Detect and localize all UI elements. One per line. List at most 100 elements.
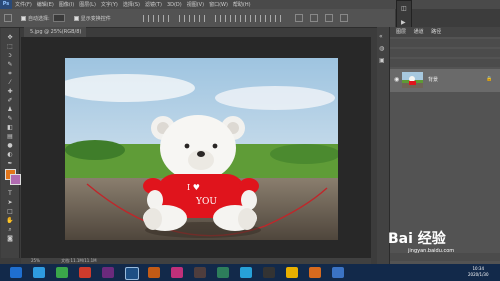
taskbar-clock[interactable]: 10:34 2020/1/30: [468, 266, 489, 278]
menu-filter[interactable]: 滤镜(T): [145, 1, 162, 8]
text-tool-icon[interactable]: T: [5, 190, 15, 198]
windows-taskbar: 10:34 2020/1/30: [0, 264, 500, 281]
tab-channels[interactable]: 通道: [414, 29, 424, 35]
taskbar-app-14-icon[interactable]: [332, 267, 344, 278]
3d-rotate-icon[interactable]: [309, 14, 318, 22]
layer-name: 背景: [428, 77, 439, 83]
blend-mode-row[interactable]: [390, 49, 500, 57]
taskbar-qq-icon[interactable]: [263, 267, 275, 278]
auto-align-icon[interactable]: [274, 14, 281, 22]
align-middle-icon[interactable]: [152, 14, 159, 22]
hand-tool-icon[interactable]: ✋: [5, 217, 15, 225]
dodge-tool-icon[interactable]: ◐: [5, 151, 15, 159]
menu-window[interactable]: 窗口(W): [209, 1, 228, 8]
distribute-center-icon[interactable]: [254, 14, 261, 22]
visibility-eye-icon[interactable]: ◉: [394, 76, 399, 83]
distribute-middle-icon[interactable]: [224, 14, 231, 22]
marquee-tool-icon[interactable]: ⬚: [5, 43, 15, 51]
taskbar-app-10-icon[interactable]: [240, 267, 252, 278]
canvas-photo[interactable]: I ♥ YOU: [65, 58, 338, 240]
menu-help[interactable]: 帮助(H): [233, 1, 251, 8]
taskbar-chrome-icon[interactable]: [286, 267, 298, 278]
zoom-tool-icon[interactable]: ⌕: [5, 226, 15, 234]
menu-edit[interactable]: 编辑(E): [37, 1, 54, 8]
blur-tool-icon[interactable]: ●: [5, 142, 15, 150]
clone-stamp-tool-icon[interactable]: ♟: [5, 106, 15, 114]
align-bottom-icon[interactable]: [162, 14, 169, 22]
baidu-watermark: Bai 经验: [388, 231, 446, 247]
taskbar-app-13-icon[interactable]: [309, 267, 321, 278]
taskbar-app-3-icon[interactable]: [79, 267, 91, 278]
shirt-text-2: YOU: [195, 197, 217, 207]
align-center-icon[interactable]: [188, 14, 195, 22]
layer-filter-row[interactable]: [390, 39, 500, 47]
taskbar-app-2-icon[interactable]: [56, 267, 68, 278]
document-tab[interactable]: 5.jpg @ 25%(RGB/8): [24, 27, 86, 37]
taskbar-premiere-icon[interactable]: [102, 267, 114, 278]
eyedropper-tool-icon[interactable]: ⁄: [5, 79, 15, 87]
quick-select-tool-icon[interactable]: ✎: [5, 61, 15, 69]
eraser-tool-icon[interactable]: ◧: [5, 124, 15, 132]
shirt-text-1: I ♥: [187, 183, 200, 192]
teddy-bear-photo: I ♥ YOU: [65, 58, 338, 240]
zoom-level[interactable]: 25%: [31, 258, 40, 263]
distribute-right-icon[interactable]: [264, 14, 271, 22]
play-icon[interactable]: ▶: [401, 19, 406, 26]
brush-tool-icon[interactable]: ✐: [5, 97, 15, 105]
layers-panel-footer: [390, 253, 500, 261]
menu-3d[interactable]: 3D(D): [167, 2, 182, 8]
history-brush-tool-icon[interactable]: ✎: [5, 115, 15, 123]
distribute-top-icon[interactable]: [214, 14, 221, 22]
taskbar-app-8-icon[interactable]: [194, 267, 206, 278]
taskbar-illustrator-icon[interactable]: [148, 267, 160, 278]
panel-expand-icon[interactable]: «: [379, 33, 383, 40]
move-tool-icon[interactable]: [4, 14, 12, 22]
menu-bar: Ps 文件(F) 编辑(E) 图像(I) 图层(L) 文字(Y) 选择(S) 滤…: [0, 0, 500, 9]
document-tab-title: 5.jpg @ 25%(RGB/8): [30, 29, 82, 35]
lasso-tool-icon[interactable]: ↄ: [5, 52, 15, 60]
auto-select-checkbox[interactable]: [21, 15, 26, 21]
start-button-icon[interactable]: [10, 267, 22, 278]
path-select-tool-icon[interactable]: ➤: [5, 199, 15, 207]
menu-image[interactable]: 图像(I): [59, 1, 74, 8]
baidu-watermark-url: jingyan.baidu.com: [408, 248, 455, 254]
3d-pan-icon[interactable]: [339, 14, 348, 22]
auto-select-dropdown[interactable]: [52, 14, 65, 22]
gradient-tool-icon[interactable]: ▤: [5, 133, 15, 141]
show-transform-label: 显示变换控件: [80, 15, 111, 22]
move-tool-icon[interactable]: ✥: [5, 34, 15, 42]
distribute-left-icon[interactable]: [244, 14, 251, 22]
auto-select-label: 自动选择:: [28, 15, 50, 22]
color-panel-icon[interactable]: ◍: [379, 45, 384, 52]
layer-item-background[interactable]: ◉ 背景 🔒: [390, 69, 500, 92]
taskbar-app-9-icon[interactable]: [217, 267, 229, 278]
taskbar-indesign-icon[interactable]: [171, 267, 183, 278]
clock-date: 2020/1/30: [468, 272, 489, 277]
align-top-icon[interactable]: [142, 14, 149, 22]
rectangle-tool-icon[interactable]: □: [5, 208, 15, 216]
pen-tool-icon[interactable]: ✒: [5, 160, 15, 168]
align-right-icon[interactable]: [198, 14, 205, 22]
tab-layers[interactable]: 图层: [396, 29, 406, 35]
quick-mask-icon[interactable]: ◙: [5, 235, 15, 243]
history-icon[interactable]: ◫: [401, 5, 407, 12]
tab-paths[interactable]: 路径: [431, 29, 441, 35]
3d-roll-icon[interactable]: [324, 14, 333, 22]
menu-type[interactable]: 文字(Y): [101, 1, 118, 8]
menu-select[interactable]: 选择(S): [123, 1, 140, 8]
menu-file[interactable]: 文件(F): [15, 1, 32, 8]
lock-row[interactable]: [390, 59, 500, 67]
distribute-bottom-icon[interactable]: [234, 14, 241, 22]
menu-layer[interactable]: 图层(L): [79, 1, 96, 8]
background-color-swatch[interactable]: [10, 174, 21, 185]
crop-tool-icon[interactable]: ⌗: [5, 70, 15, 78]
menu-view[interactable]: 视图(V): [187, 1, 204, 8]
healing-brush-tool-icon[interactable]: ✚: [5, 88, 15, 96]
taskbar-app-1-icon[interactable]: [33, 267, 45, 278]
adjust-panel-icon[interactable]: ▣: [379, 57, 385, 64]
toolbox: ✥ ⬚ ↄ ✎ ⌗ ⁄ ✚ ✐ ♟ ✎ ◧ ▤ ● ◐ ✒ T ➤ □ ✋ ⌕ …: [1, 28, 21, 258]
align-left-icon[interactable]: [178, 14, 185, 22]
3d-mode-icon[interactable]: [294, 14, 303, 22]
taskbar-photoshop-icon[interactable]: [125, 267, 139, 280]
show-transform-checkbox[interactable]: [73, 15, 79, 21]
